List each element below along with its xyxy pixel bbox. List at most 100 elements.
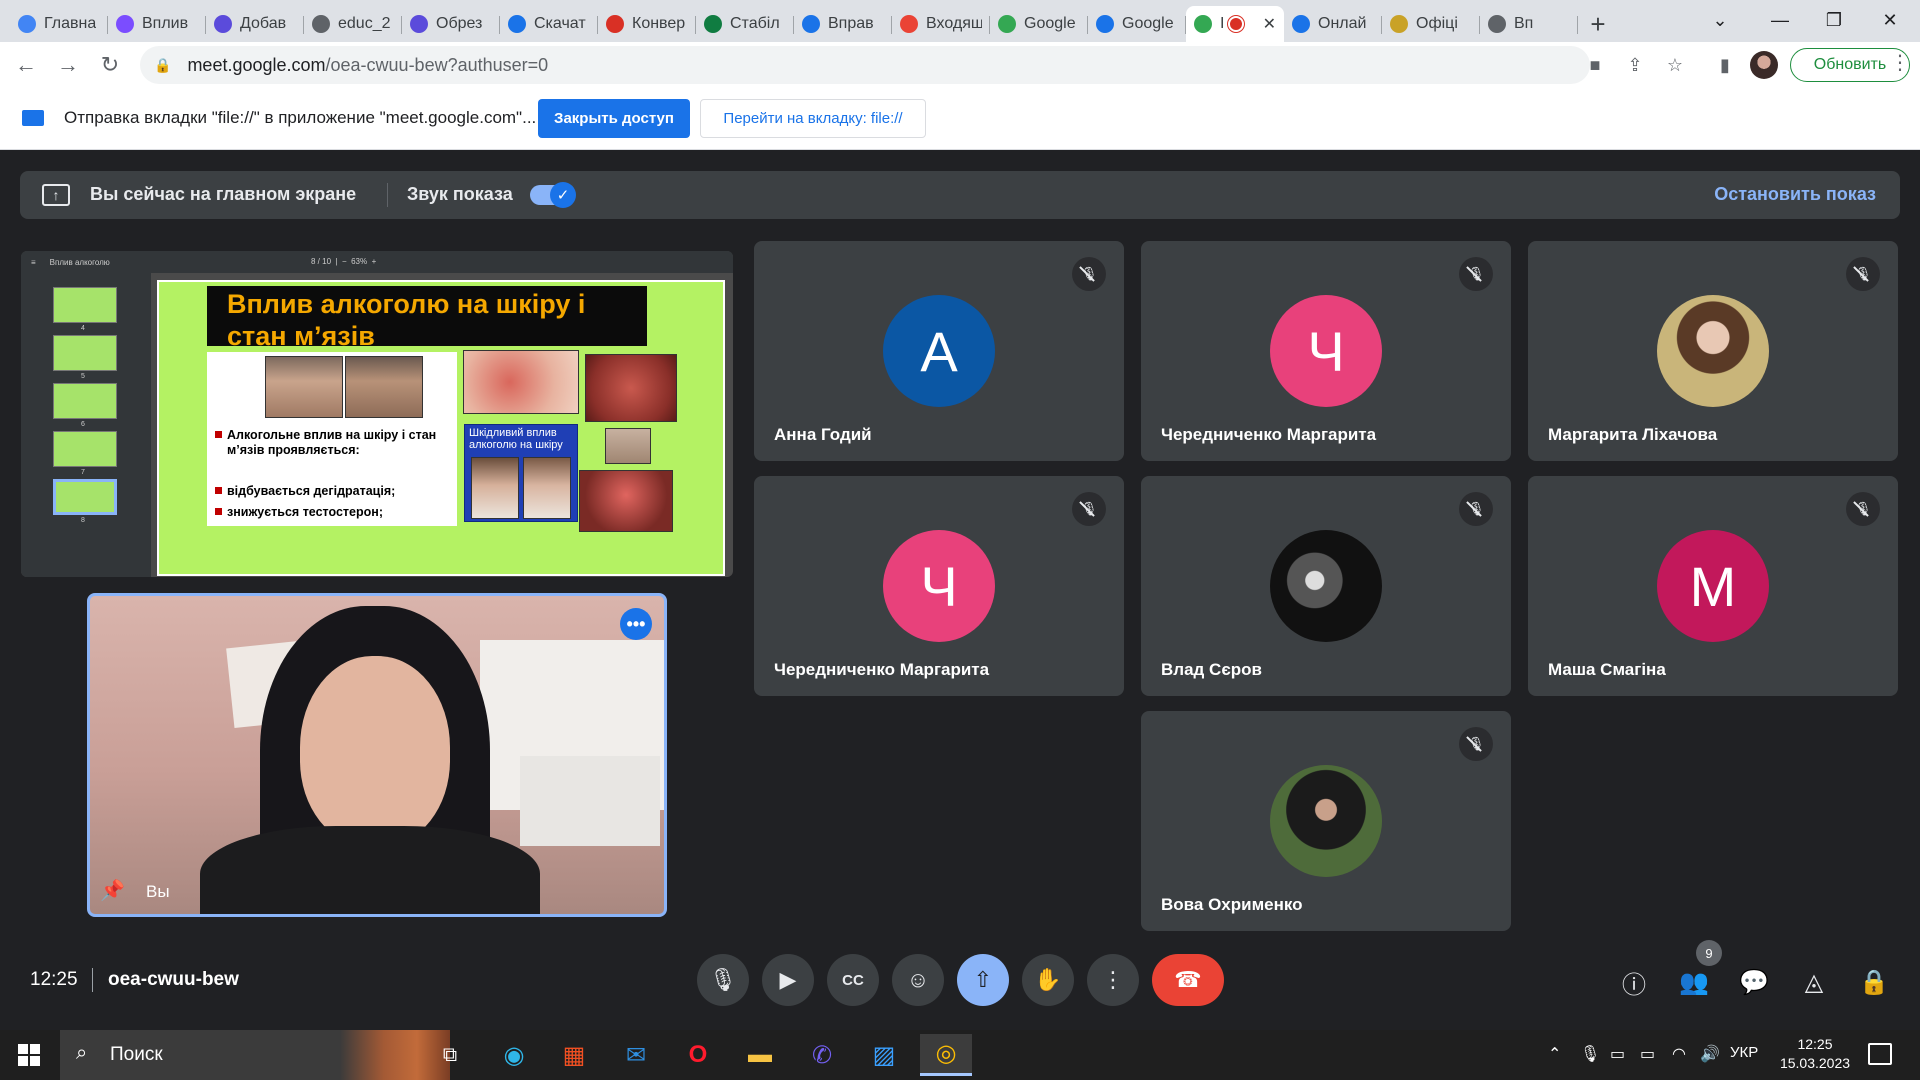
self-video-tile[interactable]: ••• 📌 Вы (87, 593, 667, 917)
bookmark-star-icon[interactable]: ☆ (1660, 50, 1690, 80)
address-bar[interactable]: 🔒 meet.google.com/oea-cwuu-bew?authuser=… (140, 46, 1590, 84)
browser-tab[interactable]: educ_2 (304, 6, 402, 42)
participant-tile[interactable]: Ч Чередниченко Маргарита 🎙 (1141, 241, 1511, 461)
minimize-button[interactable]: — (1752, 0, 1808, 40)
participant-tile[interactable]: Вова Охрименко 🎙 (1141, 711, 1511, 931)
notifications-icon[interactable] (1868, 1043, 1892, 1065)
stop-sharing-button[interactable]: Закрыть доступ (538, 99, 690, 138)
edge-app-icon[interactable]: ◉ (488, 1034, 540, 1076)
windows-start-icon[interactable] (18, 1044, 40, 1066)
file-explorer-icon[interactable]: ▬ (734, 1034, 786, 1076)
crest-icon (1390, 15, 1408, 33)
share-page-icon[interactable]: ⇪ (1620, 50, 1650, 80)
microphone-button[interactable]: 🎙 (697, 954, 749, 1006)
task-view-icon[interactable]: ⧉ (424, 1034, 476, 1076)
check-icon: ✓ (550, 182, 576, 208)
chrome-app-icon[interactable]: ◎ (920, 1034, 972, 1076)
chrome-circle-icon (18, 15, 36, 33)
participant-tile[interactable]: Ч Чередниченко Маргарита 🎙 (754, 476, 1124, 696)
host-controls-icon[interactable]: 🔒 (1856, 964, 1892, 1000)
close-tab-icon[interactable]: ✕ (1263, 14, 1276, 34)
participant-tile[interactable]: А Анна Годий 🎙 (754, 241, 1124, 461)
wall-poster (520, 756, 660, 846)
chat-icon[interactable]: 💬 (1736, 964, 1772, 1000)
pdf-thumbnail[interactable] (53, 335, 117, 371)
photos-app-icon[interactable]: ▨ (858, 1034, 910, 1076)
menu-icon[interactable]: ≡ (31, 258, 36, 267)
pdf-page-info: 8 / 10 | − 63% + (311, 257, 377, 266)
reload-button[interactable]: ↻ (90, 45, 130, 85)
more-options-icon[interactable]: ••• (620, 608, 652, 640)
wifi-icon[interactable]: ◠ (1672, 1044, 1686, 1064)
stop-presenting-button[interactable]: Остановить показ (1714, 184, 1876, 205)
pin-icon[interactable]: 📌 (100, 878, 125, 904)
browser-tab[interactable]: Добав (206, 6, 304, 42)
side-panel-icon[interactable]: ▮ (1710, 50, 1740, 80)
slide-photo-woman-2 (523, 457, 571, 519)
browser-tab[interactable]: Google (1088, 6, 1186, 42)
tab-title: Входящ (926, 15, 982, 32)
browser-tab-active[interactable]: I ✕ (1186, 6, 1284, 42)
forward-button[interactable]: → (48, 45, 88, 85)
browser-tab[interactable]: Вправ (794, 6, 892, 42)
input-language[interactable]: УКР (1730, 1044, 1758, 1061)
browser-tab[interactable]: Вплив (108, 6, 206, 42)
tab-title: Вп (1514, 15, 1534, 32)
participant-tile[interactable]: М Маша Смагіна 🎙 (1528, 476, 1898, 696)
switch-to-tab-button[interactable]: Перейти на вкладку: file:// (700, 99, 926, 138)
back-button[interactable]: ← (6, 45, 46, 85)
battery-icon[interactable]: ▭ (1640, 1044, 1655, 1064)
mic-off-icon: 🎙 (1459, 257, 1493, 291)
people-icon[interactable]: 👥 (1676, 964, 1712, 1000)
viber-app-icon[interactable]: ✆ (796, 1034, 848, 1076)
new-tab-button[interactable]: + (1578, 6, 1618, 42)
url-host: meet.google.com (187, 54, 326, 75)
tray-chevron-icon[interactable]: ⌃ (1548, 1044, 1561, 1064)
tab-search-chevron-icon[interactable]: ⌄ (1692, 0, 1748, 40)
browser-tab[interactable]: Входящ (892, 6, 990, 42)
browser-tab[interactable]: Стабіл (696, 6, 794, 42)
share-audio-toggle[interactable]: ✓ (530, 182, 576, 208)
network-tray-icon[interactable]: ▭ (1610, 1044, 1625, 1064)
browser-tab[interactable]: Обрез (402, 6, 500, 42)
pdf-thumbnail[interactable] (53, 431, 117, 467)
meeting-details-icon[interactable]: ⓘ (1616, 964, 1652, 1000)
captions-button[interactable]: CC (827, 954, 879, 1006)
camera-in-use-icon[interactable]: ■ (1580, 50, 1610, 80)
camera-button[interactable]: ▶ (762, 954, 814, 1006)
store-app-icon[interactable]: ▦ (548, 1034, 600, 1076)
browser-tab[interactable]: Онлай (1284, 6, 1382, 42)
mail-app-icon[interactable]: ✉ (610, 1034, 662, 1076)
profile-avatar[interactable] (1750, 51, 1778, 79)
tab-sharing-infobar: Отправка вкладки "file://" в приложение … (0, 88, 1920, 150)
browser-tab[interactable]: Конвер (598, 6, 696, 42)
present-now-button[interactable]: ⇧ (957, 954, 1009, 1006)
close-window-button[interactable]: ✕ (1862, 0, 1918, 40)
system-clock[interactable]: 12:25 15.03.2023 (1760, 1035, 1870, 1073)
activities-icon[interactable]: ◬ (1796, 964, 1832, 1000)
pdf-thumbnail[interactable] (53, 287, 117, 323)
participant-tile[interactable]: Маргарита Ліхачова 🎙 (1528, 241, 1898, 461)
browser-tab[interactable]: Главна (10, 6, 108, 42)
more-options-button[interactable]: ⋮ (1087, 954, 1139, 1006)
taskbar-search[interactable]: ⌕ Поиск (60, 1030, 450, 1080)
browser-menu-icon[interactable]: ⋮ (1890, 50, 1910, 75)
browser-tab[interactable]: Google (990, 6, 1088, 42)
presenting-status: Вы сейчас на главном экране (90, 184, 357, 204)
leave-call-button[interactable]: ☎ (1152, 954, 1224, 1006)
meet-icon (998, 15, 1016, 33)
shared-screen-tile[interactable]: ≡ Вплив алкоголю 8 / 10 | − 63% + 4 5 6 7 8 … (21, 251, 733, 577)
participant-tile[interactable]: Влад Сєров 🎙 (1141, 476, 1511, 696)
browser-tab[interactable]: Вп (1480, 6, 1578, 42)
pdf-thumbnail[interactable] (53, 479, 117, 515)
opera-app-icon[interactable]: O (672, 1034, 724, 1076)
pdf-thumbnail[interactable] (53, 383, 117, 419)
volume-icon[interactable]: 🔊 (1700, 1044, 1720, 1064)
presentation-bar: ↑ Вы сейчас на главном экране Звук показ… (20, 171, 1900, 219)
browser-tab[interactable]: Офіці (1382, 6, 1480, 42)
microphone-tray-icon[interactable]: 🎙 (1580, 1044, 1600, 1064)
maximize-button[interactable]: ❐ (1806, 0, 1862, 40)
browser-tab[interactable]: Скачат (500, 6, 598, 42)
reactions-button[interactable]: ☺ (892, 954, 944, 1006)
raise-hand-button[interactable]: ✋ (1022, 954, 1074, 1006)
